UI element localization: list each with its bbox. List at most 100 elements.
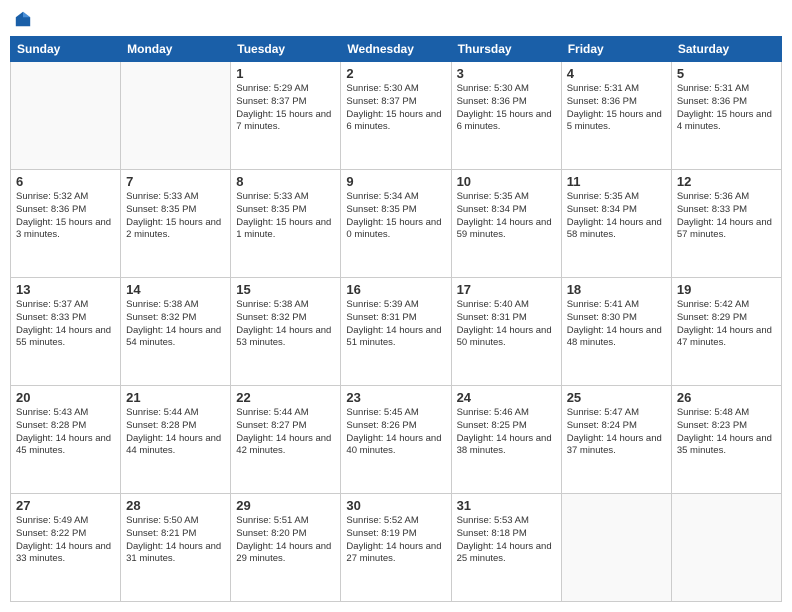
day-number: 13: [16, 282, 115, 297]
calendar-cell: [561, 494, 671, 602]
day-number: 4: [567, 66, 666, 81]
calendar-cell: 29Sunrise: 5:51 AM Sunset: 8:20 PM Dayli…: [231, 494, 341, 602]
calendar-cell: 8 Sunrise: 5:33 AM Sunset: 8:35 PM Daylig…: [231, 170, 341, 278]
cell-info: Sunrise: 5:32 AM Sunset: 8:36 PM Dayligh…: [16, 191, 115, 242]
calendar-cell: 18 Sunrise: 5:41 AM Sunset: 8:30 PM Dayli…: [561, 278, 671, 386]
calendar-cell: 16 Sunrise: 5:39 AM Sunset: 8:31 PM Dayli…: [341, 278, 451, 386]
day-header-wednesday: Wednesday: [341, 37, 451, 62]
day-number: 21: [126, 390, 225, 405]
calendar-cell: 14 Sunrise: 5:38 AM Sunset: 8:32 PM Dayli…: [121, 278, 231, 386]
cell-info: Sunrise: 5:34 AM Sunset: 8:35 PM Dayligh…: [346, 191, 445, 242]
calendar-cell: 15Sunrise: 5:38 AM Sunset: 8:32 PM Dayli…: [231, 278, 341, 386]
calendar-cell: 21 Sunrise: 5:44 AM Sunset: 8:28 PM Dayli…: [121, 386, 231, 494]
day-number: 6: [16, 174, 115, 189]
day-number: 31: [457, 498, 556, 513]
cell-info: Sunrise: 5:33 AM Sunset: 8:35 PM Dayligh…: [126, 191, 225, 242]
cell-info: Sunrise: 5:35 AM Sunset: 8:34 PM Dayligh…: [457, 191, 556, 242]
cell-info: Sunrise: 5:49 AM Sunset: 8:22 PM Dayligh…: [16, 515, 115, 566]
cell-info: Sunrise: 5:31 AM Sunset: 8:36 PM Dayligh…: [677, 83, 776, 134]
cell-info: Sunrise: 5:53 AM Sunset: 8:18 PM Dayligh…: [457, 515, 556, 566]
cell-info: Sunrise: 5:42 AM Sunset: 8:29 PM Dayligh…: [677, 299, 776, 350]
day-number: 23: [346, 390, 445, 405]
day-number: 7: [126, 174, 225, 189]
day-number: 12: [677, 174, 776, 189]
day-number: 26: [677, 390, 776, 405]
day-number: 25: [567, 390, 666, 405]
calendar-week-2: 6 Sunrise: 5:32 AM Sunset: 8:36 PM Daylig…: [11, 170, 782, 278]
cell-info: Sunrise: 5:29 AM Sunset: 8:37 PM Dayligh…: [236, 83, 335, 134]
day-number: 28: [126, 498, 225, 513]
cell-info: Sunrise: 5:37 AM Sunset: 8:33 PM Dayligh…: [16, 299, 115, 350]
day-header-thursday: Thursday: [451, 37, 561, 62]
logo: [14, 10, 36, 28]
day-number: 14: [126, 282, 225, 297]
calendar-cell: 26Sunrise: 5:48 AM Sunset: 8:23 PM Dayli…: [671, 386, 781, 494]
cell-info: Sunrise: 5:38 AM Sunset: 8:32 PM Dayligh…: [126, 299, 225, 350]
calendar-cell: 31 Sunrise: 5:53 AM Sunset: 8:18 PM Dayli…: [451, 494, 561, 602]
calendar-cell: 1 Sunrise: 5:29 AM Sunset: 8:37 PM Daylig…: [231, 62, 341, 170]
header: [10, 10, 782, 28]
cell-info: Sunrise: 5:30 AM Sunset: 8:37 PM Dayligh…: [346, 83, 445, 134]
cell-info: Sunrise: 5:50 AM Sunset: 8:21 PM Dayligh…: [126, 515, 225, 566]
calendar-cell: 9 Sunrise: 5:34 AM Sunset: 8:35 PM Daylig…: [341, 170, 451, 278]
day-number: 5: [677, 66, 776, 81]
day-number: 16: [346, 282, 445, 297]
page: SundayMondayTuesdayWednesdayThursdayFrid…: [0, 0, 792, 612]
calendar-cell: 25Sunrise: 5:47 AM Sunset: 8:24 PM Dayli…: [561, 386, 671, 494]
calendar-cell: 11 Sunrise: 5:35 AM Sunset: 8:34 PM Dayli…: [561, 170, 671, 278]
day-number: 2: [346, 66, 445, 81]
day-number: 18: [567, 282, 666, 297]
calendar-cell: 17Sunrise: 5:40 AM Sunset: 8:31 PM Dayli…: [451, 278, 561, 386]
logo-icon: [14, 10, 32, 28]
calendar-cell: [671, 494, 781, 602]
day-number: 24: [457, 390, 556, 405]
calendar-cell: 7 Sunrise: 5:33 AM Sunset: 8:35 PM Daylig…: [121, 170, 231, 278]
day-number: 22: [236, 390, 335, 405]
calendar-week-5: 27 Sunrise: 5:49 AM Sunset: 8:22 PM Dayli…: [11, 494, 782, 602]
calendar-cell: 20 Sunrise: 5:43 AM Sunset: 8:28 PM Dayli…: [11, 386, 121, 494]
calendar-cell: 28 Sunrise: 5:50 AM Sunset: 8:21 PM Dayli…: [121, 494, 231, 602]
cell-info: Sunrise: 5:31 AM Sunset: 8:36 PM Dayligh…: [567, 83, 666, 134]
calendar-cell: [11, 62, 121, 170]
calendar-cell: 12 Sunrise: 5:36 AM Sunset: 8:33 PM Dayli…: [671, 170, 781, 278]
day-number: 20: [16, 390, 115, 405]
cell-info: Sunrise: 5:35 AM Sunset: 8:34 PM Dayligh…: [567, 191, 666, 242]
day-number: 11: [567, 174, 666, 189]
day-number: 1: [236, 66, 335, 81]
day-number: 19: [677, 282, 776, 297]
day-header-tuesday: Tuesday: [231, 37, 341, 62]
calendar-cell: 3Sunrise: 5:30 AM Sunset: 8:36 PM Daylig…: [451, 62, 561, 170]
calendar-cell: 23 Sunrise: 5:45 AM Sunset: 8:26 PM Dayli…: [341, 386, 451, 494]
calendar-cell: 22 Sunrise: 5:44 AM Sunset: 8:27 PM Dayli…: [231, 386, 341, 494]
day-number: 30: [346, 498, 445, 513]
cell-info: Sunrise: 5:33 AM Sunset: 8:35 PM Dayligh…: [236, 191, 335, 242]
day-number: 8: [236, 174, 335, 189]
cell-info: Sunrise: 5:41 AM Sunset: 8:30 PM Dayligh…: [567, 299, 666, 350]
cell-info: Sunrise: 5:40 AM Sunset: 8:31 PM Dayligh…: [457, 299, 556, 350]
calendar: SundayMondayTuesdayWednesdayThursdayFrid…: [10, 36, 782, 602]
calendar-week-3: 13 Sunrise: 5:37 AM Sunset: 8:33 PM Dayli…: [11, 278, 782, 386]
calendar-cell: 19 Sunrise: 5:42 AM Sunset: 8:29 PM Dayli…: [671, 278, 781, 386]
cell-info: Sunrise: 5:39 AM Sunset: 8:31 PM Dayligh…: [346, 299, 445, 350]
cell-info: Sunrise: 5:51 AM Sunset: 8:20 PM Dayligh…: [236, 515, 335, 566]
calendar-cell: 4 Sunrise: 5:31 AM Sunset: 8:36 PM Daylig…: [561, 62, 671, 170]
day-number: 27: [16, 498, 115, 513]
calendar-cell: 10Sunrise: 5:35 AM Sunset: 8:34 PM Dayli…: [451, 170, 561, 278]
calendar-cell: 6 Sunrise: 5:32 AM Sunset: 8:36 PM Daylig…: [11, 170, 121, 278]
calendar-week-4: 20 Sunrise: 5:43 AM Sunset: 8:28 PM Dayli…: [11, 386, 782, 494]
calendar-cell: [121, 62, 231, 170]
day-header-sunday: Sunday: [11, 37, 121, 62]
cell-info: Sunrise: 5:43 AM Sunset: 8:28 PM Dayligh…: [16, 407, 115, 458]
cell-info: Sunrise: 5:44 AM Sunset: 8:27 PM Dayligh…: [236, 407, 335, 458]
cell-info: Sunrise: 5:36 AM Sunset: 8:33 PM Dayligh…: [677, 191, 776, 242]
calendar-cell: 30Sunrise: 5:52 AM Sunset: 8:19 PM Dayli…: [341, 494, 451, 602]
cell-info: Sunrise: 5:45 AM Sunset: 8:26 PM Dayligh…: [346, 407, 445, 458]
calendar-week-1: 1 Sunrise: 5:29 AM Sunset: 8:37 PM Daylig…: [11, 62, 782, 170]
cell-info: Sunrise: 5:44 AM Sunset: 8:28 PM Dayligh…: [126, 407, 225, 458]
calendar-cell: 13 Sunrise: 5:37 AM Sunset: 8:33 PM Dayli…: [11, 278, 121, 386]
cell-info: Sunrise: 5:30 AM Sunset: 8:36 PM Dayligh…: [457, 83, 556, 134]
calendar-cell: 5 Sunrise: 5:31 AM Sunset: 8:36 PM Daylig…: [671, 62, 781, 170]
day-header-monday: Monday: [121, 37, 231, 62]
calendar-cell: 2 Sunrise: 5:30 AM Sunset: 8:37 PM Daylig…: [341, 62, 451, 170]
day-number: 9: [346, 174, 445, 189]
